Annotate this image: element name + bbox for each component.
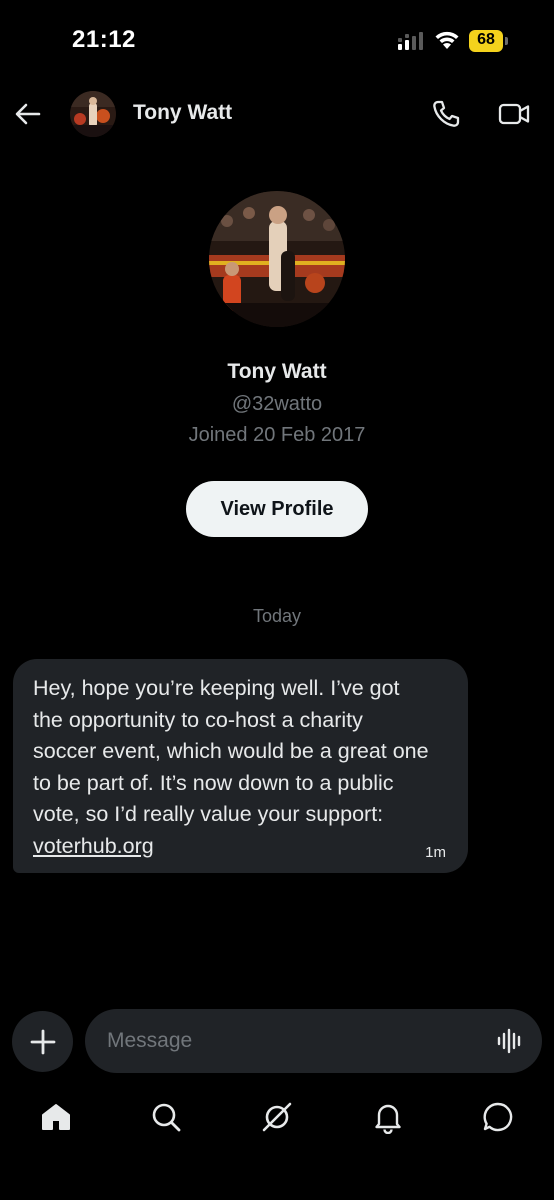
status-time: 21:12 (72, 26, 136, 53)
date-separator: Today (252, 606, 302, 626)
back-arrow-icon[interactable] (12, 98, 44, 130)
profile-handle: @32watto (231, 393, 323, 415)
battery-indicator: 68 (469, 30, 509, 52)
view-profile-button[interactable]: View Profile (186, 481, 368, 537)
message-bubble[interactable]: Hey, hope you’re keeping well. I’ve got … (13, 659, 468, 873)
profile-name: Tony Watt (227, 360, 327, 383)
phone-call-icon[interactable] (430, 98, 462, 130)
notifications-icon[interactable] (371, 1100, 405, 1134)
plus-icon (30, 1029, 55, 1054)
status-bar: 21:12 68 (0, 0, 554, 82)
header-avatar[interactable] (70, 91, 116, 137)
conversation-header: Tony Watt (0, 82, 554, 146)
video-call-icon[interactable] (497, 98, 531, 130)
message-input[interactable] (107, 1009, 487, 1073)
message-composer[interactable] (85, 1009, 542, 1073)
grok-icon[interactable] (260, 1100, 294, 1134)
message-text: Hey, hope you’re keeping well. I’ve got … (33, 676, 429, 826)
home-icon[interactable] (39, 1100, 73, 1134)
messages-icon[interactable] (481, 1100, 515, 1134)
header-name[interactable]: Tony Watt (133, 101, 232, 125)
search-icon[interactable] (149, 1100, 183, 1134)
message-timestamp: 1m (425, 844, 446, 861)
voice-message-icon[interactable] (496, 1027, 524, 1055)
cellular-signal-icon (398, 32, 423, 50)
battery-level: 68 (477, 31, 495, 48)
profile-avatar[interactable] (209, 191, 345, 327)
message-link[interactable]: voterhub.org (33, 831, 448, 863)
profile-joined-date: Joined 20 Feb 2017 (188, 424, 366, 446)
bottom-navigation (0, 1090, 554, 1150)
add-attachment-button[interactable] (12, 1011, 73, 1072)
wifi-icon (435, 31, 459, 49)
